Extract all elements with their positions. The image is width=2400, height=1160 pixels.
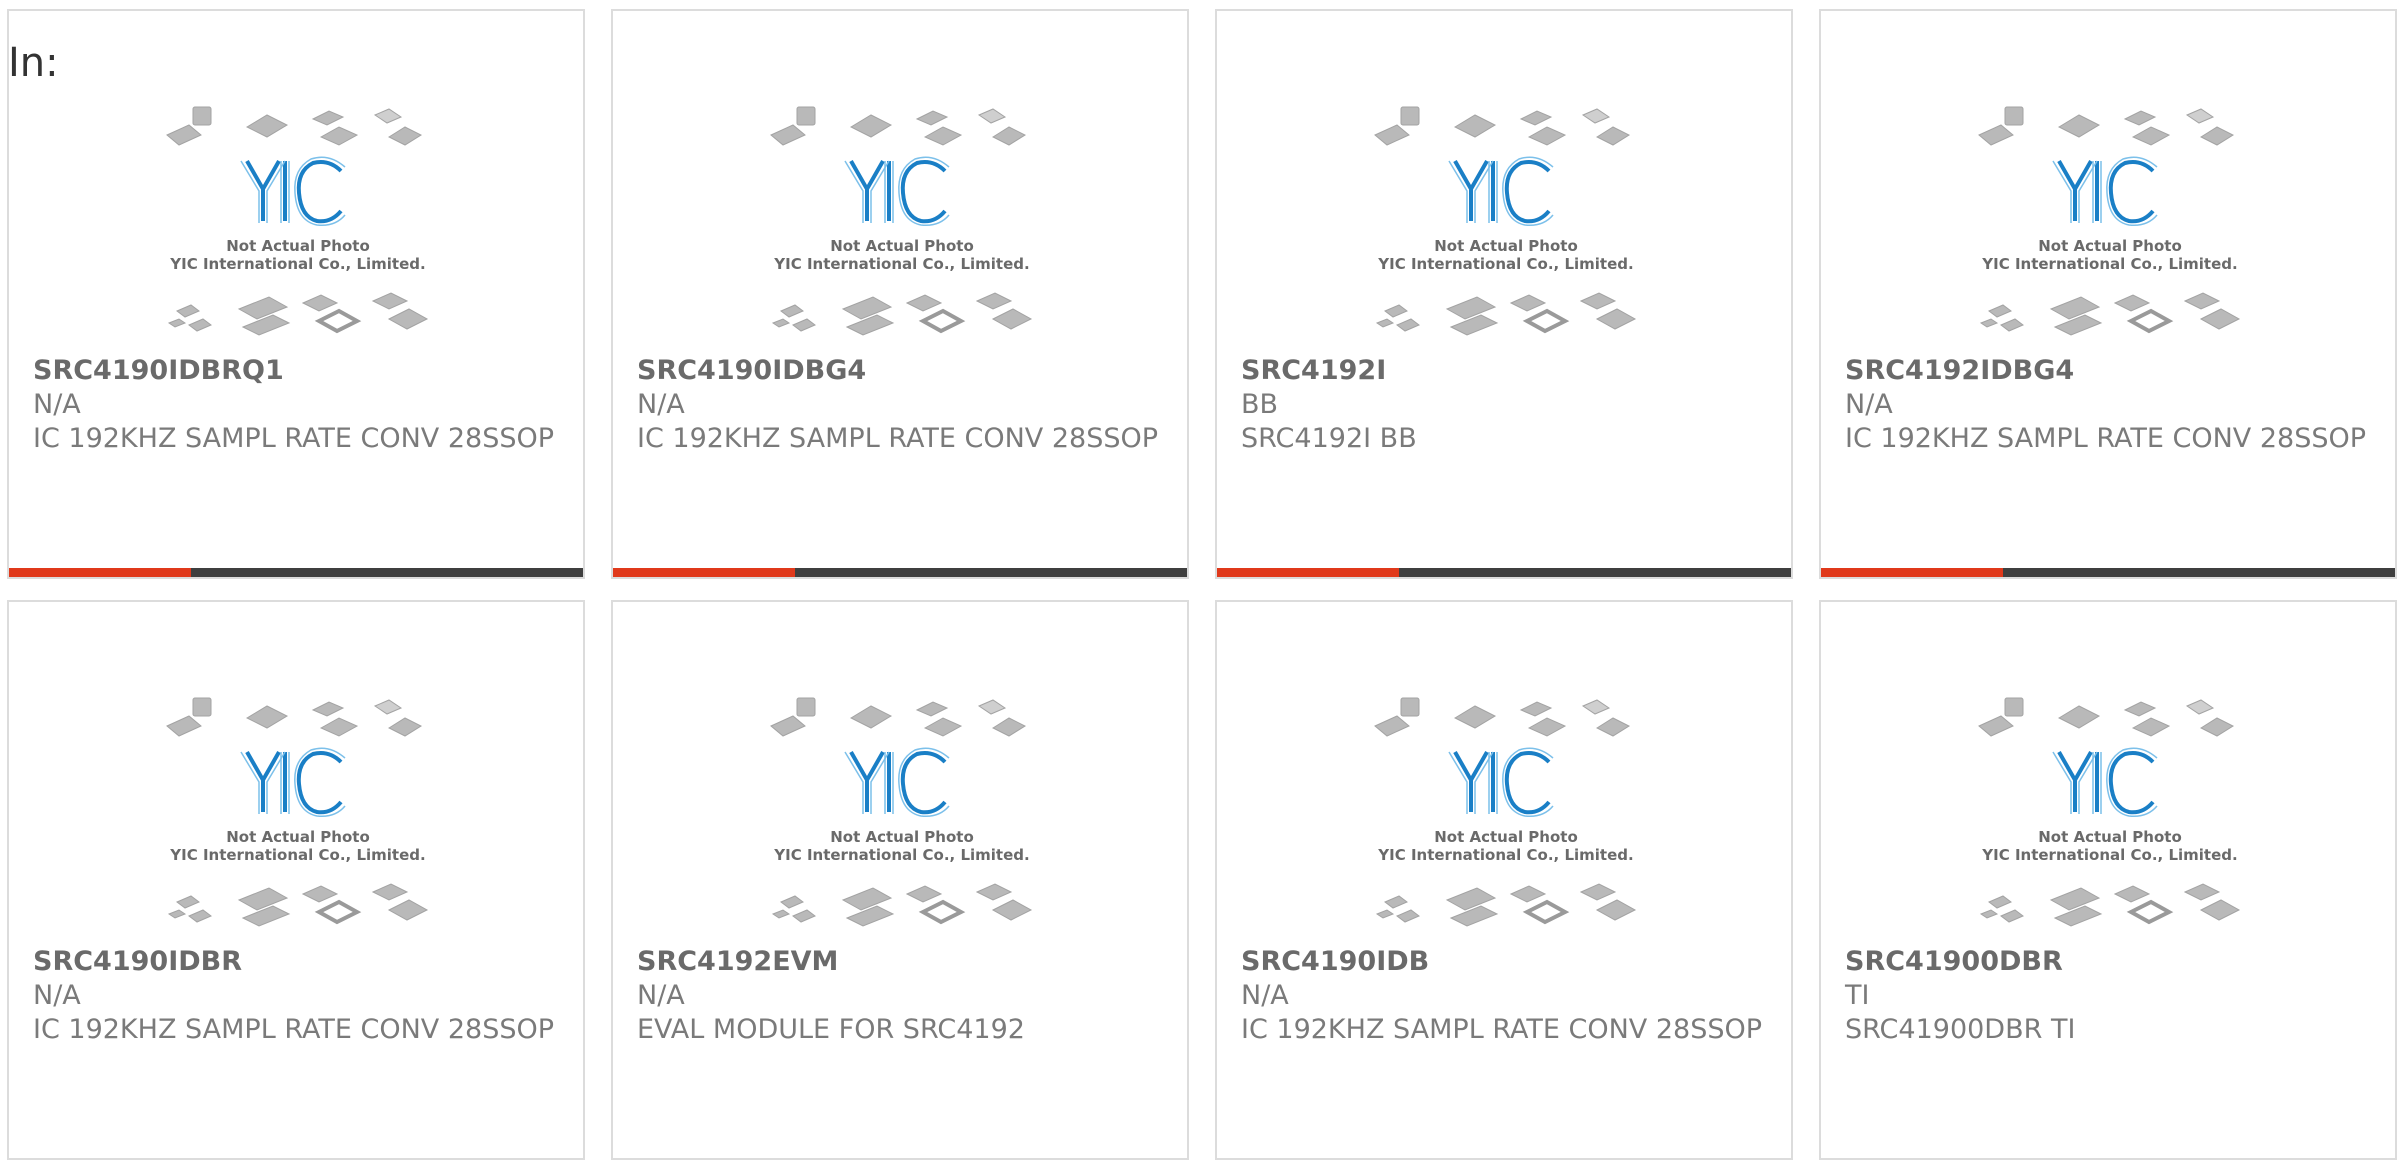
manufacturer: N/A bbox=[637, 980, 685, 1011]
part-number[interactable]: SRC41900DBR bbox=[1845, 945, 2385, 979]
product-image[interactable]: Not Actual Photo YIC International Co., … bbox=[767, 99, 1037, 351]
manufacturer: N/A bbox=[33, 389, 81, 420]
product-card[interactable]: Not Actual Photo YIC International Co., … bbox=[7, 600, 585, 1160]
description: IC 192KHZ SAMPL RATE CONV 28SSOP bbox=[1241, 1014, 1763, 1045]
product-card[interactable]: Not Actual Photo YIC International Co., … bbox=[7, 9, 585, 579]
product-info: SRC4190IDBR N/A IC 192KHZ SAMPL RATE CON… bbox=[33, 945, 573, 1047]
svg-text:Not Actual Photo: Not Actual Photo bbox=[830, 828, 974, 846]
part-number[interactable]: SRC4192I bbox=[1241, 354, 1781, 388]
yic-logo bbox=[849, 160, 947, 224]
yic-logo bbox=[849, 751, 947, 815]
yic-logo bbox=[245, 160, 343, 224]
product-image[interactable]: Not Actual Photo YIC International Co., … bbox=[1975, 99, 2245, 351]
yic-logo bbox=[1453, 160, 1551, 224]
svg-text:YIC International Co., Limited: YIC International Co., Limited. bbox=[1981, 255, 2237, 273]
manufacturer: BB bbox=[1241, 389, 1279, 420]
product-info: SRC4192IDBG4 N/A IC 192KHZ SAMPL RATE CO… bbox=[1845, 354, 2385, 456]
yic-logo bbox=[2057, 160, 2155, 224]
svg-text:YIC International Co., Limited: YIC International Co., Limited. bbox=[1981, 846, 2237, 864]
product-card[interactable]: Not Actual Photo YIC International Co., … bbox=[611, 600, 1189, 1160]
part-number[interactable]: SRC4190IDBRQ1 bbox=[33, 354, 573, 388]
yic-logo bbox=[245, 751, 343, 815]
product-image[interactable]: Not Actual Photo YIC International Co., … bbox=[163, 99, 433, 351]
description: IC 192KHZ SAMPL RATE CONV 28SSOP bbox=[637, 423, 1159, 454]
svg-text:YIC International Co., Limited: YIC International Co., Limited. bbox=[1377, 255, 1633, 273]
placeholder-photo-icon: Not Actual Photo YIC International Co., … bbox=[1978, 697, 2241, 927]
svg-text:YIC International Co., Limited: YIC International Co., Limited. bbox=[169, 255, 425, 273]
svg-text:YIC International Co., Limited: YIC International Co., Limited. bbox=[169, 846, 425, 864]
svg-text:Not Actual Photo: Not Actual Photo bbox=[1434, 828, 1578, 846]
svg-text:YIC International Co., Limited: YIC International Co., Limited. bbox=[773, 255, 1029, 273]
product-grid: Not Actual Photo YIC International Co., … bbox=[0, 0, 2400, 1160]
product-card[interactable]: Not Actual Photo YIC International Co., … bbox=[611, 9, 1189, 579]
manufacturer: N/A bbox=[1845, 389, 1893, 420]
yic-logo bbox=[2057, 751, 2155, 815]
part-number[interactable]: SRC4190IDB bbox=[1241, 945, 1781, 979]
product-info: SRC4192I BB SRC4192I BB bbox=[1241, 354, 1781, 456]
manufacturer: N/A bbox=[33, 980, 81, 1011]
part-number[interactable]: SRC4192IDBG4 bbox=[1845, 354, 2385, 388]
placeholder-photo-icon: Not Actual Photo YIC International Co., … bbox=[1374, 697, 1637, 927]
card-accent-bar bbox=[9, 568, 583, 577]
description: SRC4192I BB bbox=[1241, 423, 1417, 454]
manufacturer: N/A bbox=[637, 389, 685, 420]
product-image[interactable]: Not Actual Photo YIC International Co., … bbox=[1371, 690, 1641, 942]
card-accent-bar bbox=[1217, 568, 1791, 577]
description: SRC41900DBR TI bbox=[1845, 1014, 2076, 1045]
svg-text:YIC International Co., Limited: YIC International Co., Limited. bbox=[773, 846, 1029, 864]
product-info: SRC4192EVM N/A EVAL MODULE FOR SRC4192 bbox=[637, 945, 1177, 1047]
svg-text:Not Actual Photo: Not Actual Photo bbox=[830, 237, 974, 255]
placeholder-photo-icon: Not Actual Photo YIC International Co., … bbox=[770, 697, 1033, 927]
part-number[interactable]: SRC4190IDBG4 bbox=[637, 354, 1177, 388]
product-info: SRC4190IDB N/A IC 192KHZ SAMPL RATE CONV… bbox=[1241, 945, 1781, 1047]
card-accent-bar bbox=[613, 568, 1187, 577]
product-card[interactable]: Not Actual Photo YIC International Co., … bbox=[1819, 600, 2397, 1160]
card-accent-bar bbox=[1821, 568, 2395, 577]
product-card[interactable]: Not Actual Photo YIC International Co., … bbox=[1215, 600, 1793, 1160]
placeholder-photo-icon: Not Actual Photo YIC International Co., … bbox=[1978, 106, 2241, 336]
svg-text:Not Actual Photo: Not Actual Photo bbox=[2038, 237, 2182, 255]
description: IC 192KHZ SAMPL RATE CONV 28SSOP bbox=[33, 423, 555, 454]
placeholder-photo-icon: Not Actual Photo YIC International Co., … bbox=[166, 106, 429, 336]
product-info: SRC4190IDBRQ1 N/A IC 192KHZ SAMPL RATE C… bbox=[33, 354, 573, 456]
description: IC 192KHZ SAMPL RATE CONV 28SSOP bbox=[33, 1014, 555, 1045]
svg-text:Not Actual Photo: Not Actual Photo bbox=[2038, 828, 2182, 846]
product-card[interactable]: Not Actual Photo YIC International Co., … bbox=[1819, 9, 2397, 579]
product-info: SRC41900DBR TI SRC41900DBR TI bbox=[1845, 945, 2385, 1047]
description: IC 192KHZ SAMPL RATE CONV 28SSOP bbox=[1845, 423, 2367, 454]
filter-label: In: bbox=[8, 40, 59, 86]
placeholder-photo-icon: Not Actual Photo YIC International Co., … bbox=[770, 106, 1033, 336]
svg-text:Not Actual Photo: Not Actual Photo bbox=[1434, 237, 1578, 255]
product-info: SRC4190IDBG4 N/A IC 192KHZ SAMPL RATE CO… bbox=[637, 354, 1177, 456]
description: EVAL MODULE FOR SRC4192 bbox=[637, 1014, 1025, 1045]
part-number[interactable]: SRC4192EVM bbox=[637, 945, 1177, 979]
product-image[interactable]: Not Actual Photo YIC International Co., … bbox=[767, 690, 1037, 942]
manufacturer: TI bbox=[1845, 980, 1870, 1011]
placeholder-photo-icon: Not Actual Photo YIC International Co., … bbox=[166, 697, 429, 927]
svg-text:Not Actual Photo: Not Actual Photo bbox=[226, 828, 370, 846]
product-image[interactable]: Not Actual Photo YIC International Co., … bbox=[163, 690, 433, 942]
manufacturer: N/A bbox=[1241, 980, 1289, 1011]
yic-logo bbox=[1453, 751, 1551, 815]
product-image[interactable]: Not Actual Photo YIC International Co., … bbox=[1975, 690, 2245, 942]
part-number[interactable]: SRC4190IDBR bbox=[33, 945, 573, 979]
placeholder-photo-icon: Not Actual Photo YIC International Co., … bbox=[1374, 106, 1637, 336]
svg-text:YIC International Co., Limited: YIC International Co., Limited. bbox=[1377, 846, 1633, 864]
svg-text:Not Actual Photo: Not Actual Photo bbox=[226, 237, 370, 255]
product-card[interactable]: Not Actual Photo YIC International Co., … bbox=[1215, 9, 1793, 579]
product-image[interactable]: Not Actual Photo YIC International Co., … bbox=[1371, 99, 1641, 351]
